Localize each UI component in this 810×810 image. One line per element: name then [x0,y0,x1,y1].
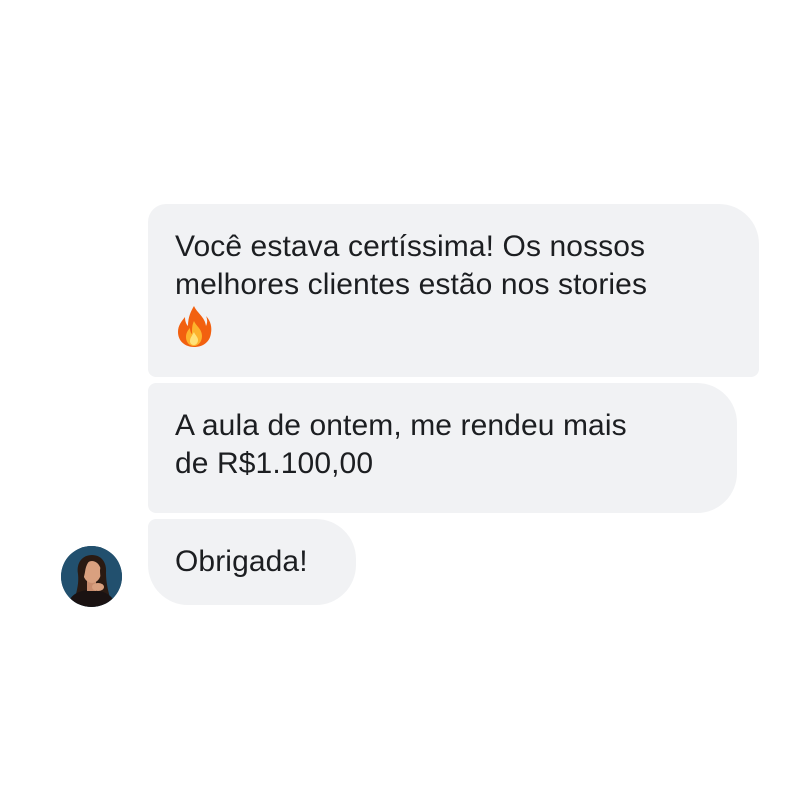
avatar[interactable] [61,546,122,607]
message-text-line: melhores clientes estão nos stories [175,268,648,301]
chat-thread: Você estava certíssima! Os nossos melhor… [0,0,810,810]
message-bubble[interactable]: Você estava certíssima! Os nossos melhor… [148,204,759,377]
message-bubble[interactable]: Obrigada! [148,519,356,605]
message-bubble[interactable]: A aula de ontem, me rendeu mais de R$1.1… [148,383,737,513]
message-text-line: Obrigada! [175,545,308,578]
avatar-photo [61,546,122,607]
message-text-line: de R$1.100,00 [175,447,374,480]
fire-icon [178,306,212,347]
message-text-line: Você estava certíssima! Os nossos [175,230,646,263]
message-text-line: A aula de ontem, me rendeu mais [175,409,627,442]
